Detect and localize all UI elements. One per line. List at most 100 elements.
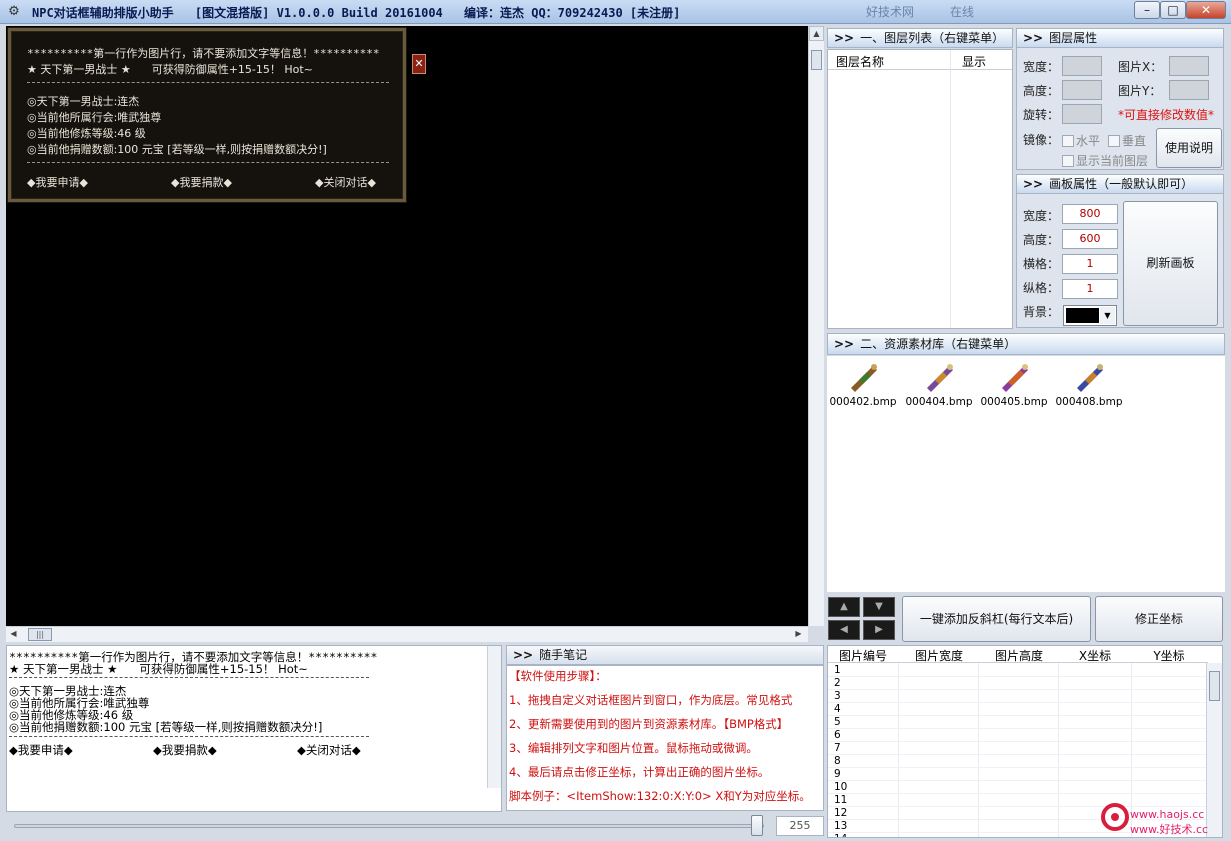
opacity-value: 255 <box>776 816 824 836</box>
scroll-icon <box>1002 364 1028 392</box>
col-layer-show[interactable]: 显示 <box>962 53 986 70</box>
scroll-thumb[interactable] <box>811 50 822 70</box>
dialog-separator <box>27 82 389 83</box>
editor-info-4: ◎当前他捐赠数额:100 元宝 [若等级一样,则按捐赠数额决分!] <box>9 720 323 734</box>
resource-item[interactable]: 000405.bmp <box>978 360 1050 408</box>
layer-width-field[interactable] <box>1062 56 1102 76</box>
hgrid-field[interactable]: 1 <box>1062 254 1118 274</box>
canvas-horizontal-scrollbar[interactable]: ◀ ||| ▶ <box>6 626 808 642</box>
chevron-right-icon: >> <box>834 31 855 45</box>
chevron-right-icon: >> <box>834 337 855 351</box>
nudge-right-icon[interactable]: ▶ <box>863 620 895 640</box>
col-layer-name[interactable]: 图层名称 <box>836 53 884 70</box>
editor-option-apply: ◆我要申请◆ <box>9 743 73 757</box>
layer-y-label: 图片Y： <box>1118 84 1162 98</box>
mirror-vertical-checkbox[interactable]: 垂直 <box>1108 132 1146 149</box>
add-backslash-button[interactable]: 一键添加反斜杠(每行文本后) <box>902 596 1091 642</box>
opacity-slider-thumb[interactable] <box>751 815 763 836</box>
col-x[interactable]: X坐标 <box>1060 647 1130 664</box>
background-status-text: 在线 <box>950 5 975 19</box>
table-row[interactable]: 4 <box>828 703 1206 716</box>
editor-scrollbar[interactable] <box>487 646 501 788</box>
help-button[interactable]: 使用说明 <box>1156 128 1222 168</box>
opacity-slider-track[interactable] <box>14 824 764 828</box>
coordinate-table-header: 图片编号 图片宽度 图片高度 X坐标 Y坐标 <box>828 646 1208 663</box>
table-row[interactable]: 7 <box>828 742 1206 755</box>
dialog-option-apply[interactable]: ◆我要申请◆ <box>27 174 88 190</box>
col-y[interactable]: Y坐标 <box>1130 647 1208 664</box>
show-current-layer-checkbox[interactable]: 显示当前图层 <box>1062 152 1148 169</box>
canvas-height-field[interactable]: 600 <box>1062 229 1118 249</box>
chevron-right-icon: >> <box>1023 177 1044 191</box>
notes-line-3: 3、编辑排列文字和图片位置。鼠标拖动或微调。 <box>509 741 758 755</box>
scroll-up-icon[interactable]: ▲ <box>809 26 824 41</box>
dialog-close-icon[interactable]: ✕ <box>412 54 426 74</box>
scroll-icon <box>1077 364 1103 392</box>
dialog-option-close[interactable]: ◆关闭对话◆ <box>315 174 376 190</box>
nudge-down-icon[interactable]: ▼ <box>863 597 895 617</box>
dialog-option-donate[interactable]: ◆我要捐款◆ <box>171 174 232 190</box>
table-row[interactable]: 8 <box>828 755 1206 768</box>
table-row[interactable]: 6 <box>828 729 1206 742</box>
resource-filename: 000404.bmp <box>905 396 973 408</box>
notes-header: >> 随手笔记 <box>506 645 824 665</box>
table-row[interactable]: 10 <box>828 781 1206 794</box>
minimize-button[interactable]: – <box>1134 1 1160 19</box>
refresh-canvas-button[interactable]: 刷新画板 <box>1123 201 1218 326</box>
dialog-info-2: ◎当前他所属行会:唯武独尊 <box>27 111 162 124</box>
npc-dialog-preview[interactable]: **********第一行作为图片行，请不要添加文字等信息！**********… <box>8 28 406 202</box>
layer-height-field[interactable] <box>1062 80 1102 100</box>
chevron-down-icon[interactable]: ▼ <box>1100 307 1115 324</box>
canvas-vertical-scrollbar[interactable]: ▲ <box>808 26 824 626</box>
resource-filename: 000405.bmp <box>980 396 1048 408</box>
notes-line-4: 4、最后请点击修正坐标，计算出正确的图片坐标。 <box>509 765 770 779</box>
fix-coordinates-button[interactable]: 修正坐标 <box>1095 596 1223 642</box>
canvas-width-field[interactable]: 800 <box>1062 204 1118 224</box>
layer-y-field[interactable] <box>1169 80 1209 100</box>
resource-item[interactable]: 000402.bmp <box>827 360 899 408</box>
mirror-horizontal-checkbox[interactable]: 水平 <box>1062 132 1100 149</box>
scroll-left-icon[interactable]: ◀ <box>6 627 21 642</box>
layer-list[interactable]: 图层名称 显示 <box>827 49 1013 329</box>
hgrid-label: 横格： <box>1023 257 1060 271</box>
col-image-width[interactable]: 图片宽度 <box>900 647 978 664</box>
editor-option-donate: ◆我要捐款◆ <box>153 743 217 757</box>
row-number: 2 <box>834 677 841 689</box>
row-number: 7 <box>834 742 841 754</box>
resource-library-header: >> 二、资源素材库（右键菜单） <box>827 333 1225 355</box>
maximize-button[interactable]: □ <box>1160 1 1186 19</box>
table-row[interactable]: 3 <box>828 690 1206 703</box>
notes-panel[interactable]: 【软件使用步骤】： 1、拖拽自定义对话框图片到窗口，作为底层。常见格式 2、更新… <box>506 665 824 811</box>
row-number: 3 <box>834 690 841 702</box>
nudge-up-icon[interactable]: ▲ <box>828 597 860 617</box>
title-bar: ⚙ NPC对话框辅助排版小助手 [图文混搭版] V1.0.0.0 Build 2… <box>0 0 1231 24</box>
mirror-horizontal-label: 水平 <box>1076 134 1101 148</box>
site-logo-icon <box>1101 803 1129 831</box>
row-number: 13 <box>834 820 848 832</box>
resource-item[interactable]: 000404.bmp <box>903 360 975 408</box>
scroll-thumb[interactable]: ||| <box>28 628 52 641</box>
color-swatch <box>1066 308 1099 323</box>
col-image-height[interactable]: 图片高度 <box>980 647 1058 664</box>
scroll-thumb[interactable] <box>1209 671 1220 701</box>
nudge-left-icon[interactable]: ◀ <box>828 620 860 640</box>
resource-library[interactable]: 000402.bmp 000404.bmp 000405.bmp 000408.… <box>827 356 1225 592</box>
table-row[interactable]: 9 <box>828 768 1206 781</box>
notes-line-1: 1、拖拽自定义对话框图片到窗口，作为底层。常见格式 <box>509 693 793 707</box>
design-canvas[interactable]: **********第一行作为图片行，请不要添加文字等信息！**********… <box>6 26 808 626</box>
scroll-icon <box>851 364 877 392</box>
background-color-select[interactable]: ▼ <box>1063 305 1117 326</box>
table-row[interactable]: 2 <box>828 677 1206 690</box>
resource-item[interactable]: 000408.bmp <box>1053 360 1125 408</box>
row-number: 4 <box>834 703 841 715</box>
vgrid-field[interactable]: 1 <box>1062 279 1118 299</box>
layer-rotate-field[interactable] <box>1062 104 1102 124</box>
script-editor[interactable]: **********第一行作为图片行，请不要添加文字等信息！**********… <box>6 645 502 812</box>
scroll-right-icon[interactable]: ▶ <box>791 627 806 642</box>
table-row[interactable]: 1 <box>828 664 1206 677</box>
table-row[interactable]: 5 <box>828 716 1206 729</box>
col-image-id[interactable]: 图片编号 <box>828 647 898 664</box>
layer-x-field[interactable] <box>1169 56 1209 76</box>
layer-height-label: 高度： <box>1023 84 1060 98</box>
close-button[interactable]: ✕ <box>1186 1 1226 19</box>
